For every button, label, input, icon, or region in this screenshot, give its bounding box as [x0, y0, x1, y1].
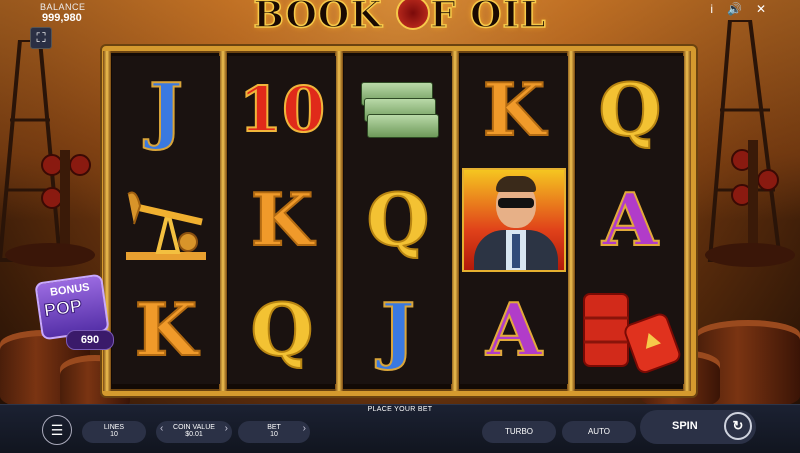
symbol-k: K — [250, 177, 315, 262]
reel-cell — [576, 276, 684, 384]
reel-cell: Q — [344, 166, 452, 274]
bet-label: BET — [267, 424, 281, 431]
game-logo: BOOK F OIL — [0, 0, 800, 37]
symbol-10: 10 — [238, 73, 326, 146]
reel-column: 10 K Q — [228, 56, 336, 384]
coin-value-label: COIN VALUE — [173, 424, 215, 431]
reel-cell: A — [576, 166, 684, 274]
bonus-count: 690 — [66, 330, 114, 350]
symbol-k: K — [134, 287, 199, 372]
symbol-a: A — [485, 287, 543, 372]
bonus-pop-widget[interactable]: BONUS POP 690 — [34, 273, 114, 356]
symbol-q: Q — [250, 287, 315, 372]
turbo-label: TURBO — [505, 427, 533, 436]
bet-increase-button[interactable]: › — [303, 423, 306, 434]
frame-pipe — [567, 51, 575, 391]
reel-cell: J — [344, 276, 452, 384]
symbol-j: J — [148, 67, 184, 152]
auto-label: AUTO — [587, 427, 611, 436]
reel-cell: 10 — [228, 56, 336, 164]
menu-button[interactable]: ☰ — [42, 415, 72, 445]
lines-value: 10 — [110, 431, 118, 438]
turbo-button[interactable]: TURBO — [482, 421, 556, 443]
reel-column: KA — [460, 56, 568, 384]
frame-pipe — [451, 51, 459, 391]
reel-cell: K — [228, 166, 336, 274]
symbol-oil-pump — [126, 191, 206, 260]
logo-o-emblem — [396, 0, 431, 30]
reel-cell — [460, 166, 568, 274]
spin-icon: ↻ — [724, 412, 752, 440]
coin-value-increase-button[interactable]: › — [225, 423, 228, 434]
reel-cell: Q — [228, 276, 336, 384]
symbol-a: A — [601, 177, 659, 262]
reel-cell — [344, 56, 452, 164]
symbol-money-stack — [361, 82, 439, 138]
symbol-oil-tycoon — [462, 168, 566, 272]
bet-selector: BET 10 › — [238, 421, 310, 443]
reel-cell: K — [112, 276, 220, 384]
reel-cell: J — [112, 56, 220, 164]
bet-value: 10 — [270, 431, 278, 438]
reel-cell: K — [460, 56, 568, 164]
frame-pipe — [683, 51, 691, 391]
symbol-q: Q — [598, 67, 663, 152]
symbol-q: Q — [366, 177, 431, 262]
spin-label: SPIN — [672, 420, 698, 432]
symbol-oil-barrels — [583, 293, 681, 374]
sound-icon[interactable]: 🔊 — [727, 2, 742, 16]
reel-cell: Q — [576, 56, 684, 164]
coin-value-decrease-button[interactable]: ‹ — [160, 423, 163, 434]
coin-value-value: $0.01 — [185, 431, 203, 438]
close-icon[interactable]: ✕ — [756, 2, 766, 16]
info-icon[interactable]: i — [710, 2, 713, 16]
auto-button[interactable]: AUTO — [562, 421, 636, 443]
reel-column: QA — [576, 56, 684, 384]
frame-pipe — [219, 51, 227, 391]
reel-column: QJ — [344, 56, 452, 384]
reel-column: JK — [112, 56, 220, 384]
symbol-j: J — [380, 287, 416, 372]
logo-text-oil: F OIL — [429, 0, 547, 37]
spin-button[interactable]: SPIN ↻ — [640, 410, 756, 444]
hamburger-icon: ☰ — [50, 422, 64, 438]
reel-cell — [112, 166, 220, 274]
lines-display: LINES 10 — [82, 421, 146, 443]
top-icons: i 🔊 ✕ — [710, 2, 766, 16]
lines-label: LINES — [103, 424, 125, 431]
coin-value-selector: ‹ COIN VALUE $0.01 › — [156, 421, 232, 443]
logo-text-book: BOOK — [253, 0, 397, 37]
frame-pipe — [335, 51, 343, 391]
symbol-k: K — [482, 67, 547, 152]
reel-cell: A — [460, 276, 568, 384]
reels-frame: J K 10 K Q Q J K A Q A — [102, 46, 696, 396]
